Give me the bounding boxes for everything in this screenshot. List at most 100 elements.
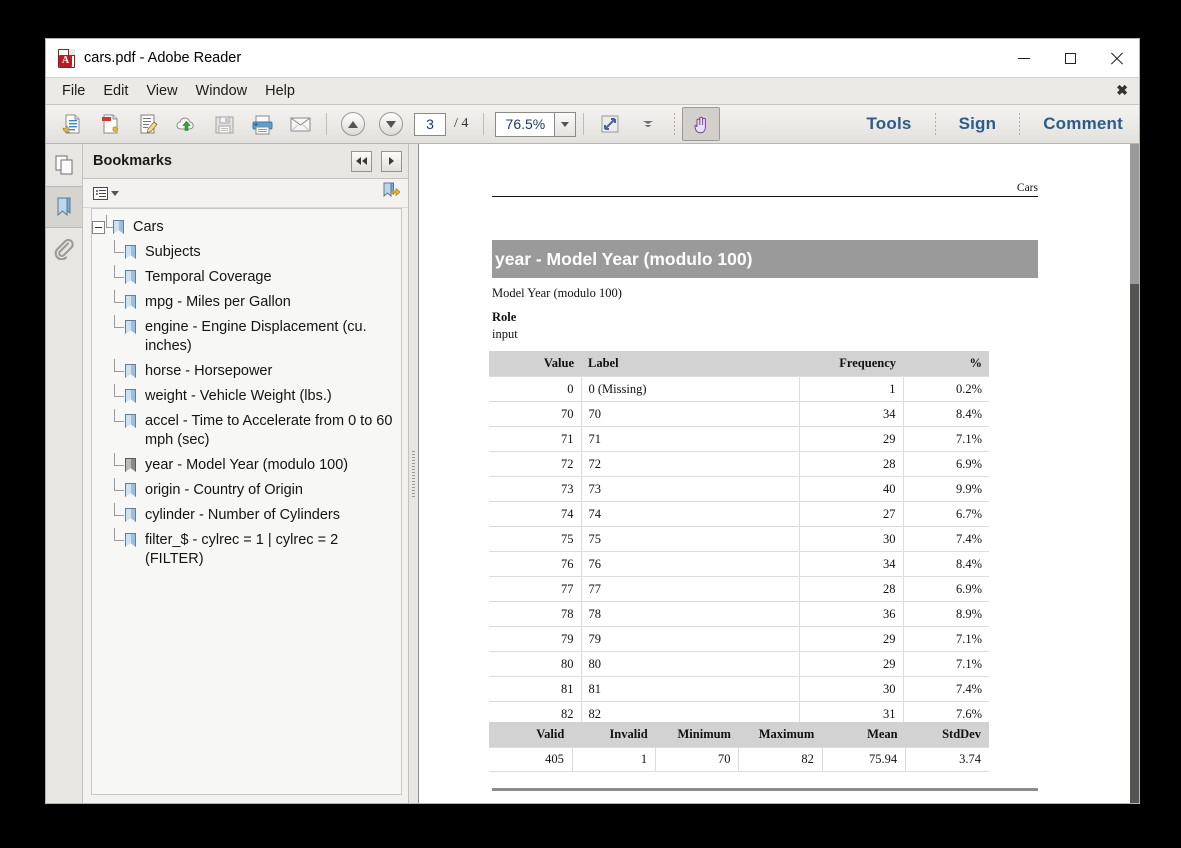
scrollbar-thumb[interactable] xyxy=(1130,144,1139,284)
double-chevron-left-icon xyxy=(356,157,367,165)
freq-cell: 76 xyxy=(489,551,582,577)
freq-cell: 8.4% xyxy=(902,401,989,427)
bookmark-indent xyxy=(92,528,138,548)
tools-button[interactable]: Tools xyxy=(850,114,927,134)
freq-cell: 7.1% xyxy=(902,626,989,652)
table-row: 77 77 28 6.9% xyxy=(489,576,989,602)
page-number-input[interactable]: 3 xyxy=(414,112,446,136)
application-body: Bookmarks Cars Subjects Temporal Coverag… xyxy=(46,144,1139,803)
pdf-page: Cars year - Model Year (modulo 100) Mode… xyxy=(419,144,1130,803)
collapse-panel-button[interactable] xyxy=(351,150,372,172)
bookmark-item[interactable]: horse - Horsepower xyxy=(92,359,401,384)
bookmark-item[interactable]: filter_$ - cylrec = 1 | cylrec = 2 (FILT… xyxy=(92,528,401,572)
bookmark-flag-icon xyxy=(125,508,138,523)
open-previous-button[interactable] xyxy=(53,107,91,141)
bookmark-item[interactable]: origin - Country of Origin xyxy=(92,478,401,503)
bookmark-label: weight - Vehicle Weight (lbs.) xyxy=(145,388,332,404)
table-row: 75 75 30 7.4% xyxy=(489,526,989,552)
bookmark-item[interactable]: Subjects xyxy=(92,240,401,265)
document-scrollbar[interactable] xyxy=(1130,144,1139,803)
zoom-dropdown-button[interactable] xyxy=(554,111,577,137)
bookmark-item[interactable]: mpg - Miles per Gallon xyxy=(92,290,401,315)
freq-cell: 7.4% xyxy=(902,526,989,552)
bookmark-item[interactable]: year - Model Year (modulo 100) xyxy=(92,453,401,478)
next-page-button[interactable] xyxy=(372,107,410,141)
freq-cell: 6.9% xyxy=(902,576,989,602)
arrow-up-icon xyxy=(341,112,365,136)
freq-cell: 27 xyxy=(798,501,904,527)
freq-cell: 81 xyxy=(489,676,582,702)
freq-cell: 73 xyxy=(580,476,800,502)
menu-item-edit[interactable]: Edit xyxy=(94,81,137,101)
edit-pdf-button[interactable] xyxy=(129,107,167,141)
freq-cell: 72 xyxy=(580,451,800,477)
menu-item-view[interactable]: View xyxy=(137,81,186,101)
freq-cell: 73 xyxy=(489,476,582,502)
panel-splitter[interactable] xyxy=(409,144,419,803)
freq-col-header: Value xyxy=(489,351,581,377)
bookmark-item[interactable]: Cars xyxy=(92,215,401,240)
close-icon xyxy=(1110,52,1123,65)
bookmark-item[interactable]: weight - Vehicle Weight (lbs.) xyxy=(92,384,401,409)
bookmarks-button[interactable] xyxy=(46,186,82,228)
bookmark-label: horse - Horsepower xyxy=(145,363,273,379)
document-viewer[interactable]: Cars year - Model Year (modulo 100) Mode… xyxy=(419,144,1139,803)
summary-table-header-row: Valid Invalid Minimum Maximum Mean StdDev xyxy=(489,722,989,748)
maximize-icon xyxy=(1064,52,1076,64)
comment-button[interactable]: Comment xyxy=(1027,114,1139,134)
freq-cell: 74 xyxy=(489,501,582,527)
freq-cell: 34 xyxy=(798,551,904,577)
freq-cell: 30 xyxy=(798,676,904,702)
expand-panel-button[interactable] xyxy=(381,150,402,172)
bookmark-options-button[interactable] xyxy=(91,185,121,202)
print-button[interactable] xyxy=(243,107,281,141)
menu-item-file[interactable]: File xyxy=(53,81,94,101)
table-row: 81 81 30 7.4% xyxy=(489,676,989,702)
close-button[interactable] xyxy=(1093,39,1139,77)
create-pdf-button[interactable] xyxy=(91,107,129,141)
bookmark-item[interactable]: cylinder - Number of Cylinders xyxy=(92,503,401,528)
toolbar-separator-5 xyxy=(934,113,936,135)
maximize-button[interactable] xyxy=(1047,39,1093,77)
minimize-button[interactable] xyxy=(1001,39,1047,77)
tree-connector xyxy=(114,240,125,259)
header-rule xyxy=(492,196,1038,197)
upload-cloud-button[interactable] xyxy=(167,107,205,141)
bookmark-item[interactable]: engine - Engine Displacement (cu. inches… xyxy=(92,315,401,359)
email-button[interactable] xyxy=(281,107,319,141)
freq-cell: 80 xyxy=(489,651,582,677)
page-thumbnails-button[interactable] xyxy=(46,144,82,186)
freq-col-header: % xyxy=(903,351,989,377)
chevron-right-icon xyxy=(389,157,394,165)
attachments-button[interactable] xyxy=(46,228,82,270)
bookmark-item[interactable]: accel - Time to Accelerate from 0 to 60 … xyxy=(92,409,401,453)
menu-item-window[interactable]: Window xyxy=(187,81,257,101)
save-button[interactable] xyxy=(205,107,243,141)
hand-tool-button[interactable] xyxy=(682,107,721,141)
tree-connector xyxy=(114,290,125,309)
freq-cell: 34 xyxy=(798,401,904,427)
toolbar-separator-6 xyxy=(1019,113,1021,135)
menu-item-help[interactable]: Help xyxy=(256,81,304,101)
bookmark-label: filter_$ - cylrec = 1 | cylrec = 2 (FILT… xyxy=(145,532,339,567)
variable-description: Model Year (modulo 100) xyxy=(492,286,622,300)
tree-connector xyxy=(106,215,116,234)
bookmark-label: cylinder - Number of Cylinders xyxy=(145,507,341,523)
table-row: 76 76 34 8.4% xyxy=(489,551,989,577)
new-bookmark-button[interactable] xyxy=(381,181,401,205)
fit-page-button[interactable] xyxy=(591,107,629,141)
sign-button[interactable]: Sign xyxy=(943,114,1013,134)
upload-cloud-icon xyxy=(175,117,194,131)
close-document-button[interactable]: ✖ xyxy=(1116,82,1128,98)
summary-col-header: Mean xyxy=(822,722,906,748)
bookmarks-list[interactable]: Cars Subjects Temporal Coverage mpg - Miles… xyxy=(91,208,402,795)
summary-cell: 405 xyxy=(489,747,573,772)
freq-cell: 29 xyxy=(798,426,904,452)
bookmark-label: engine - Engine Displacement (cu. inches… xyxy=(145,319,367,354)
zoom-input[interactable]: 76.5% xyxy=(495,111,555,137)
bookmark-expander-icon[interactable] xyxy=(92,221,105,234)
toolbar-overflow-button[interactable] xyxy=(629,107,667,141)
table-row: 00 (Missing) 1 0.2% xyxy=(489,376,989,402)
previous-page-button[interactable] xyxy=(334,107,372,141)
bookmark-item[interactable]: Temporal Coverage xyxy=(92,265,401,290)
